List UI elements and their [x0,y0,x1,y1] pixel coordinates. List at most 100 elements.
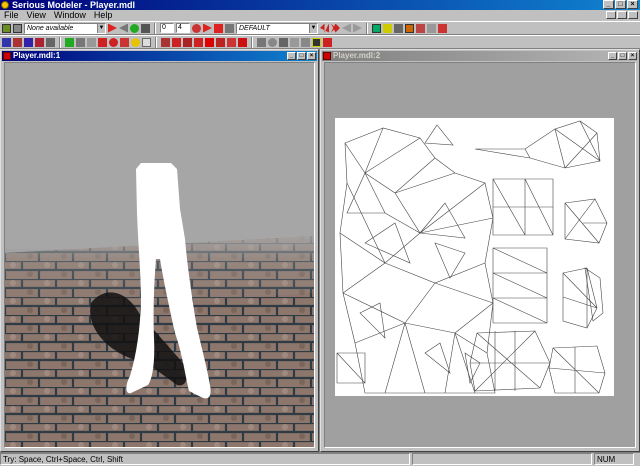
pencil-icon[interactable] [438,23,447,33]
render-mode-icon[interactable] [192,23,201,33]
mapping-view-title: Player.mdl:2 [333,51,381,60]
mapping-view-window[interactable]: Player.mdl:2 _ □ × [320,49,640,452]
color-icon[interactable] [141,23,150,33]
frame-from-field[interactable]: 0 [160,23,174,33]
secondary-toolbar [0,35,640,49]
close-button[interactable]: × [307,52,316,60]
menu-help[interactable]: Help [90,10,117,21]
animation-icon[interactable] [205,37,214,47]
axis-icon[interactable] [46,37,55,47]
window-title: Serious Modeler - Player.mdl [12,0,136,10]
window-title-bar: Serious Modeler - Player.mdl _ □ × [0,0,640,10]
menu-window[interactable]: Window [50,10,90,21]
maximize-button[interactable]: □ [618,52,627,60]
skin-combo[interactable]: DEFAULT ▼ [236,22,318,34]
paint-icon[interactable] [405,23,414,33]
menu-view[interactable]: View [23,10,50,21]
next-frame-icon[interactable] [353,23,362,33]
menu-bar: File View Window Help [0,10,640,21]
model-icon[interactable] [65,37,74,47]
light-icon[interactable] [130,23,139,33]
toolbar-separator [155,36,157,48]
status-pane-blank [412,453,592,465]
close-button[interactable]: × [627,0,638,9]
color-wheel-icon[interactable] [131,37,140,47]
status-bar: Try: Space, Ctrl+Space, Ctrl, Shift NUM [0,453,640,466]
3d-viewport[interactable] [4,62,315,448]
move-icon[interactable] [268,37,277,47]
chevron-down-icon[interactable]: ▼ [309,23,317,33]
mdi-close-button[interactable] [628,11,638,19]
toolbar-separator [366,22,368,34]
mdi-restore-button[interactable] [617,11,627,19]
document-icon [3,52,11,60]
status-hint: Try: Space, Ctrl+Space, Ctrl, Shift [0,453,410,465]
uv-map-canvas [335,118,614,396]
minimize-button[interactable]: _ [287,52,296,60]
bone-icon[interactable] [227,37,236,47]
animation-add-icon[interactable] [108,23,117,33]
skin-combo-value: DEFAULT [239,24,270,32]
u-axis-icon[interactable] [24,37,33,47]
first-frame-icon[interactable] [320,23,329,33]
texture-area [335,118,614,396]
close-button[interactable]: × [628,52,637,60]
edit-icon[interactable] [416,23,425,33]
maximize-button[interactable]: □ [297,52,306,60]
chevron-down-icon[interactable]: ▼ [97,23,105,33]
light-direction-icon[interactable] [109,37,118,47]
mapping-viewport[interactable] [324,62,636,448]
collision-icon[interactable] [98,37,107,47]
zoom-icon[interactable] [13,37,22,47]
maximize-button[interactable]: □ [615,0,626,9]
fit-icon[interactable] [290,37,299,47]
center-icon[interactable] [279,37,288,47]
shadow-icon[interactable] [172,37,181,47]
wireframe-icon[interactable] [372,23,381,33]
mdi-minimize-button[interactable] [606,11,616,19]
cross-icon[interactable] [301,37,310,47]
mapping-icon[interactable] [383,23,392,33]
toolbar-separator [59,36,61,48]
frame-to-field[interactable]: 4 [176,23,190,33]
play-icon[interactable] [203,23,212,33]
gear-icon[interactable] [87,37,96,47]
v-axis-icon[interactable] [35,37,44,47]
toolbar-separator [251,36,253,48]
rotate-icon[interactable] [2,37,11,47]
grid-icon[interactable] [323,37,332,47]
surface-icon[interactable] [394,23,403,33]
minimize-button[interactable]: _ [608,52,617,60]
minimize-button[interactable]: _ [603,0,614,9]
surface-red-icon[interactable] [194,37,203,47]
main-toolbar: None available ▼ 0 4 DEFAULT ▼ [0,21,640,35]
toolbar-separator [154,22,156,34]
animation-combo-value: None available [27,24,74,32]
star-icon[interactable] [76,37,85,47]
mdi-client-area: Player.mdl:1 _ □ × Player.mdl:2 _ □ × [0,49,640,453]
mip-icon[interactable] [161,37,170,47]
texture-red-icon[interactable] [216,37,225,47]
open-icon[interactable] [2,23,11,33]
frame-icon[interactable] [183,37,192,47]
stop-icon[interactable] [214,23,223,33]
background-icon[interactable] [142,37,151,47]
app-icon[interactable] [1,1,9,9]
save-icon[interactable] [13,23,22,33]
model-view-window[interactable]: Player.mdl:1 _ □ × [0,49,319,452]
model-view-title-bar[interactable]: Player.mdl:1 _ □ × [2,51,317,61]
prev-frame-icon[interactable] [342,23,351,33]
mapping-view-title-bar[interactable]: Player.mdl:2 _ □ × [322,51,638,61]
patch-icon[interactable] [238,37,247,47]
pan-icon[interactable] [257,37,266,47]
image-icon[interactable] [312,37,321,47]
texture-icon[interactable] [225,23,234,33]
select-icon[interactable] [427,23,436,33]
3d-scene [5,63,314,447]
animation-combo[interactable]: None available ▼ [24,22,106,34]
last-frame-icon[interactable] [331,23,340,33]
model-view-title: Player.mdl:1 [13,51,61,60]
menu-file[interactable]: File [0,10,23,21]
attachment-icon[interactable] [120,37,129,47]
animation-remove-icon[interactable] [119,23,128,33]
